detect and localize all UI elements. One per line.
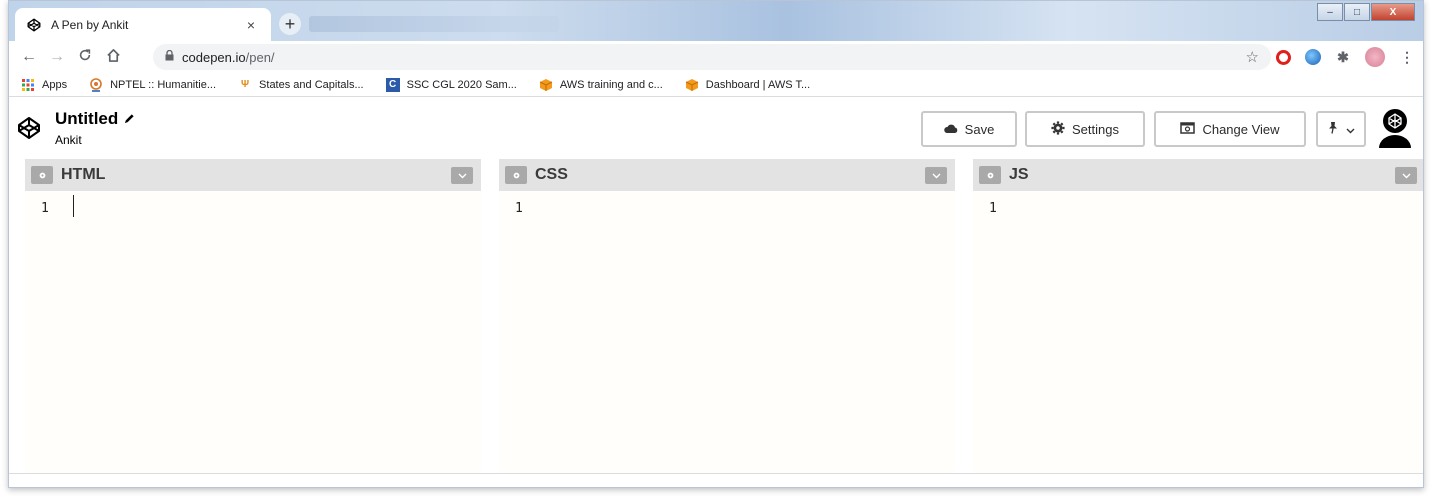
maximize-button[interactable]: □ [1344,3,1370,21]
bookmark-apps[interactable]: Apps [21,78,67,92]
html-panel-header: HTML [25,159,481,191]
states-icon: Ψ [241,79,250,90]
browser-tab[interactable]: A Pen by Ankit × [15,8,271,41]
bookmark-ssc[interactable]: C SSC CGL 2020 Sam... [385,77,517,92]
bottom-divider [9,473,1423,474]
chevron-down-icon[interactable] [451,167,473,184]
bookmark-label: NPTEL :: Humanitie... [110,78,217,91]
aws-cube-icon [539,78,553,92]
save-button[interactable]: Save [921,111,1017,147]
css-editor-panel: CSS 1 [499,159,955,473]
editor-area: HTML 1 CSS 1 JS 1 [25,159,1423,473]
js-code-area[interactable] [1013,191,1423,473]
forward-arrow-icon[interactable]: → [43,48,71,67]
panel-title: JS [1009,166,1029,183]
css-code-area[interactable] [539,191,955,473]
js-panel-header: JS [973,159,1423,191]
line-number: 1 [989,201,997,216]
bookmark-star-icon[interactable]: ☆ [1246,48,1259,66]
codepen-favicon-icon [27,18,41,32]
bookmark-states[interactable]: Ψ States and Capitals... [238,78,364,92]
bookmarks-bar: Apps NPTEL :: Humanitie... Ψ States and … [9,73,1423,97]
extensions-area: ✱ ⋮ [1276,47,1415,67]
codepen-header: Untitled Ankit Save Settings Change View [9,98,1423,158]
html-editor-panel: HTML 1 [25,159,481,473]
change-view-button[interactable]: Change View [1154,111,1306,147]
bookmark-aws-dashboard[interactable]: Dashboard | AWS T... [685,78,810,92]
line-number: 1 [41,201,49,216]
apps-grid-icon [21,78,35,92]
home-icon[interactable] [99,48,127,67]
bookmark-label: SSC CGL 2020 Sam... [406,78,517,91]
html-code-area[interactable] [65,191,481,473]
reload-icon[interactable] [71,48,99,67]
window-controls: – □ X [1317,3,1415,21]
bookmark-label: States and Capitals... [259,78,364,91]
panel-title: HTML [61,166,106,183]
c-letter-icon: C [385,77,400,92]
gear-icon [1051,120,1065,138]
back-arrow-icon[interactable]: ← [15,48,43,67]
browser-window: A Pen by Ankit × + – □ X ← → codepen.io [8,0,1424,488]
tab-close-icon[interactable]: × [243,17,259,33]
pencil-edit-icon[interactable] [124,109,135,129]
line-number: 1 [515,201,523,216]
settings-button[interactable]: Settings [1025,111,1145,147]
profile-avatar-icon[interactable] [1365,47,1385,67]
chevron-down-icon[interactable] [925,167,947,184]
gear-icon[interactable] [505,166,527,184]
aws-cube-icon [685,78,699,92]
url-path: /pen/ [245,49,275,65]
js-editor-panel: JS 1 [973,159,1423,473]
tab-strip: A Pen by Ankit × + – □ X [9,1,1423,41]
puzzle-extensions-icon[interactable]: ✱ [1335,49,1351,65]
background-tab[interactable] [309,16,559,32]
bookmark-label: AWS training and c... [559,78,663,91]
panel-title: CSS [535,166,568,183]
address-bar[interactable]: codepen.io /pen/ ☆ [153,44,1271,70]
url-host: codepen.io [182,49,246,65]
close-window-button[interactable]: X [1371,3,1415,21]
bookmark-nptel[interactable]: NPTEL :: Humanitie... [89,77,217,92]
gear-icon[interactable] [31,166,53,184]
menu-kebab-icon[interactable]: ⋮ [1399,49,1415,65]
pin-icon [1327,121,1339,137]
change-view-label: Change View [1202,121,1280,137]
opera-icon[interactable] [1276,49,1291,65]
pen-title-text: Untitled [55,109,119,128]
chevron-down-icon[interactable] [1395,167,1417,184]
css-panel-header: CSS [499,159,955,191]
new-tab-button[interactable]: + [279,13,301,35]
layout-icon [1180,121,1196,137]
nptel-icon [89,77,103,92]
minimize-button[interactable]: – [1317,3,1343,21]
pen-title[interactable]: Untitled [55,109,135,129]
user-avatar-icon[interactable] [1377,108,1413,148]
gear-icon[interactable] [979,166,1001,184]
browser-toolbar: ← → codepen.io /pen/ ☆ ✱ ⋮ [9,41,1423,73]
chevron-down-icon [1346,122,1355,137]
bookmark-aws-training[interactable]: AWS training and c... [539,78,663,92]
pin-dropdown-button[interactable] [1316,111,1366,147]
lock-icon [165,49,174,64]
pen-author[interactable]: Ankit [55,133,82,147]
bookmark-label: Apps [42,78,68,91]
codepen-logo-icon[interactable] [17,116,41,140]
settings-label: Settings [1072,121,1119,137]
tab-title: A Pen by Ankit [51,17,129,32]
vpn-extension-icon[interactable] [1305,49,1321,65]
bookmark-label: Dashboard | AWS T... [705,78,811,91]
cloud-icon [943,122,958,137]
save-label: Save [964,121,995,137]
